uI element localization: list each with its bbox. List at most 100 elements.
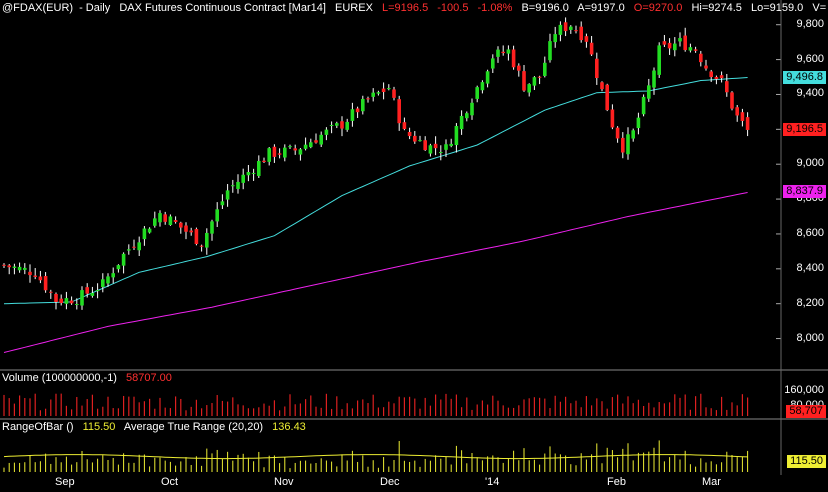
candle-body <box>688 47 693 51</box>
candle-body <box>579 26 583 41</box>
candle-body <box>397 99 401 124</box>
candle-body <box>236 181 240 189</box>
candle-body <box>402 122 407 129</box>
candle-body <box>595 58 599 79</box>
candle-body <box>137 242 141 251</box>
price-tick: 9,000 <box>796 157 824 170</box>
candle-body <box>329 124 334 126</box>
candle-body <box>215 209 219 222</box>
candle-body <box>621 137 625 153</box>
volume-tick: 160,000 <box>784 384 824 396</box>
candle-body <box>735 107 739 116</box>
candle-body <box>28 271 32 276</box>
candle-body <box>132 246 136 248</box>
candle-body <box>231 185 235 187</box>
candle-body <box>33 275 37 277</box>
candle-body <box>210 221 214 234</box>
candle-body <box>309 142 313 148</box>
atr-title: Average True Range (20,20) <box>123 421 264 433</box>
candle-body <box>75 303 79 305</box>
candle-body <box>709 71 713 78</box>
candle-body <box>740 112 745 121</box>
candle-body <box>433 143 438 149</box>
candle-body <box>470 102 474 116</box>
candle-body <box>480 82 485 91</box>
range-badge: 115.50 <box>787 455 826 468</box>
candle-body <box>381 88 386 93</box>
candle-body <box>251 172 256 174</box>
ma-short-badge: 9,496.8 <box>783 70 826 84</box>
x-label-oct: Oct <box>161 476 179 488</box>
candle-body <box>459 115 464 130</box>
price-tick: 9,800 <box>796 17 824 30</box>
ma-long-badge: 8,837.9 <box>783 185 826 199</box>
price-tick: 8,600 <box>796 226 824 239</box>
candle-body <box>641 96 646 115</box>
candle-body <box>59 298 63 303</box>
range-header: RangeOfBar () 115.50 Average True Range … <box>2 421 312 433</box>
candle-body <box>407 131 412 137</box>
candle-body <box>366 98 370 100</box>
candle-body <box>631 130 635 139</box>
candle-body <box>163 214 167 222</box>
candle-body <box>496 49 500 57</box>
candle-body <box>392 89 396 98</box>
price-tick: 8,200 <box>796 296 824 309</box>
candle-body <box>558 24 563 35</box>
candle-body <box>17 266 22 271</box>
x-label-mar: Mar <box>702 476 721 488</box>
candle-body <box>730 92 734 109</box>
low: Lo=9159.0 <box>750 2 804 14</box>
candle-body <box>553 34 557 43</box>
candle-body <box>428 145 433 154</box>
candle-body <box>667 42 672 49</box>
range-title: RangeOfBar () <box>2 421 74 433</box>
candle-body <box>506 49 511 54</box>
candle-body <box>168 216 173 226</box>
candle-body <box>220 201 225 206</box>
candle-body <box>636 117 641 129</box>
candle-body <box>563 22 568 32</box>
candle-body <box>605 84 609 111</box>
candle-body <box>439 151 443 153</box>
candle-body <box>205 232 209 248</box>
open: O=9270.0 <box>633 2 683 14</box>
candle-body <box>293 148 297 151</box>
volume-prefix: V= <box>812 2 827 14</box>
candle-body <box>257 160 261 176</box>
candle-body <box>725 81 729 93</box>
candle-body <box>324 129 329 135</box>
candle-body <box>101 279 105 287</box>
candle-body <box>199 245 204 247</box>
candle-body <box>43 276 48 291</box>
candle-body <box>626 134 630 155</box>
change-pct: -1.08% <box>477 2 513 14</box>
ma-long-line <box>3 192 748 353</box>
symbol: @FDAX(EUR) <box>2 2 74 14</box>
candle-body <box>517 65 521 71</box>
candle-body <box>272 146 277 157</box>
candle-body <box>85 287 89 294</box>
candle-body <box>413 135 417 142</box>
candle-body <box>543 62 547 76</box>
x-label-nov: Nov <box>274 476 294 488</box>
price-tick: 9,400 <box>796 87 824 100</box>
candle-body <box>501 51 505 54</box>
candle-body <box>173 220 178 222</box>
candle-body <box>69 300 74 304</box>
price-tick: 8,400 <box>796 261 824 274</box>
candle-body <box>121 253 126 266</box>
candle-body <box>485 71 490 84</box>
candle-body <box>548 41 552 61</box>
candle-body <box>49 291 53 293</box>
candle-body <box>116 265 121 270</box>
candle-body <box>283 147 287 158</box>
volume-bars <box>3 393 749 416</box>
ma-short-line <box>3 77 748 305</box>
last-price-badge: 9,196.5 <box>783 122 826 136</box>
candle-body <box>246 172 251 176</box>
candle-body <box>376 92 381 94</box>
candle-body <box>423 140 427 151</box>
candle-body <box>745 117 750 130</box>
candle-body <box>600 82 604 90</box>
